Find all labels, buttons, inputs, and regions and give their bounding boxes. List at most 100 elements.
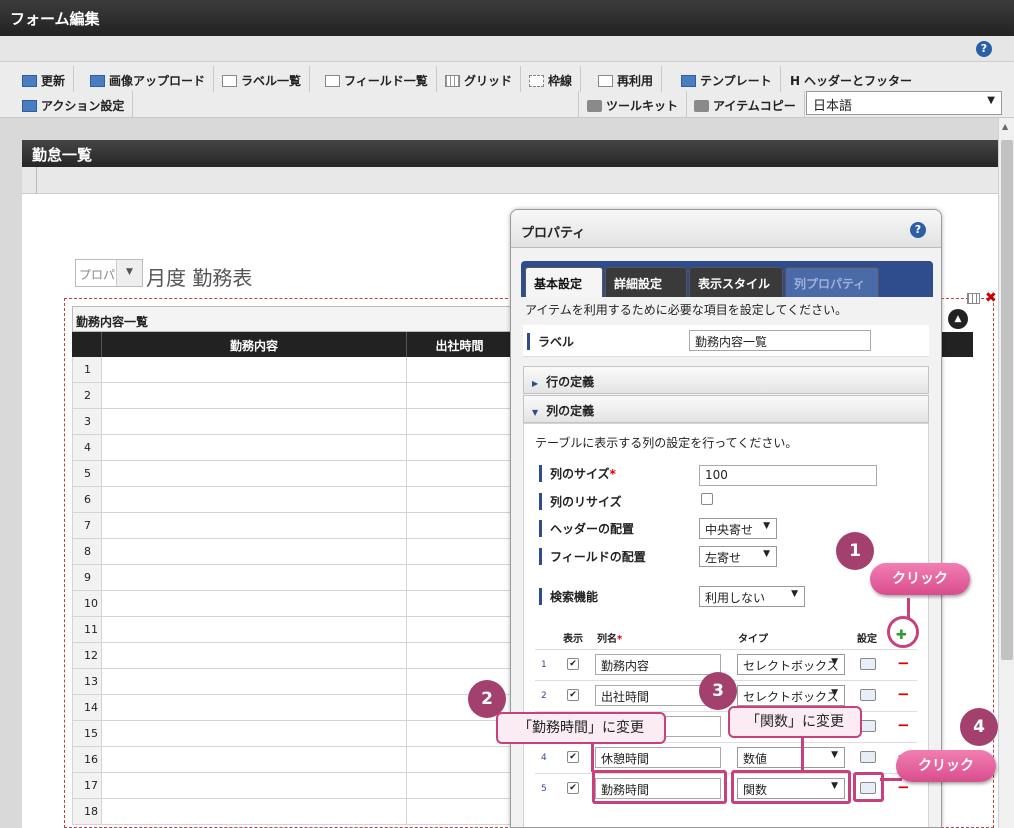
table-row[interactable]: 14 [72, 695, 512, 721]
table-cell[interactable] [102, 487, 407, 512]
table-cell[interactable] [102, 643, 407, 668]
table-row[interactable]: 12 [72, 643, 512, 669]
table-row[interactable]: 13 [72, 669, 512, 695]
vertical-scrollbar[interactable]: ▲ [998, 118, 1014, 828]
table-row[interactable]: 17 [72, 773, 512, 799]
table-cell[interactable] [407, 617, 512, 642]
column-name-input[interactable]: 勤務内容 [595, 654, 721, 675]
table-cell[interactable] [407, 591, 512, 616]
table-cell[interactable] [102, 565, 407, 590]
table-row[interactable]: 7 [72, 513, 512, 539]
column-definition-section[interactable]: ▼ 列の定義 [523, 395, 929, 423]
scroll-up-icon[interactable]: ▲ [1002, 122, 1008, 131]
table-cell[interactable] [407, 565, 512, 590]
table-cell[interactable] [407, 487, 512, 512]
table-row[interactable]: 9 [72, 565, 512, 591]
table-cell[interactable] [102, 747, 407, 772]
remove-column-icon[interactable]: − [897, 716, 910, 734]
table-cell[interactable] [407, 409, 512, 434]
table-cell[interactable] [102, 669, 407, 694]
table-cell[interactable] [407, 435, 512, 460]
row-definition-section[interactable]: ▶ 行の定義 [523, 366, 929, 394]
table-cell[interactable] [102, 435, 407, 460]
remove-column-icon[interactable]: − [897, 685, 910, 703]
table-cell[interactable] [407, 461, 512, 486]
field-align-select[interactable]: 左寄せ ▼ [699, 546, 777, 567]
table-row[interactable]: 2 [72, 383, 512, 409]
column-type-select[interactable]: セレクトボックス ▼ [737, 654, 845, 675]
help-icon[interactable]: ? [910, 222, 926, 238]
month-select[interactable]: プロパ ▼ [75, 259, 143, 287]
table-row[interactable]: 18 [72, 799, 512, 825]
table-cell[interactable] [407, 357, 512, 382]
header-footer-button[interactable]: H ヘッダーとフッター [782, 66, 920, 92]
table-row[interactable]: 4 [72, 435, 512, 461]
col-resize-checkbox[interactable] [701, 493, 713, 505]
search-select[interactable]: 利用しない ▼ [699, 586, 805, 607]
col-size-input[interactable]: 100 [699, 465, 877, 486]
table-cell[interactable] [102, 773, 407, 798]
table-row[interactable]: 5 [72, 461, 512, 487]
toolkit-button[interactable]: ツールキット [578, 91, 688, 117]
template-button[interactable]: テンプレート [673, 66, 781, 92]
column-settings-icon[interactable] [860, 751, 876, 763]
table-cell[interactable] [407, 513, 512, 538]
help-icon[interactable]: ? [976, 41, 992, 57]
table-cell[interactable] [102, 617, 407, 642]
reuse-button[interactable]: 再利用 [590, 66, 663, 92]
column-settings-icon[interactable] [860, 689, 876, 701]
column-type-select[interactable]: 数値 ▼ [737, 747, 845, 768]
table-row[interactable]: 3 [72, 409, 512, 435]
table-row[interactable]: 6 [72, 487, 512, 513]
tab-detail[interactable]: 詳細設定 [605, 267, 687, 297]
table-cell[interactable] [102, 357, 407, 382]
item-copy-button[interactable]: アイテムコピー [686, 91, 805, 117]
remove-column-icon[interactable]: − [897, 654, 910, 672]
table-cell[interactable] [407, 747, 512, 772]
column-visible-checkbox[interactable]: ✔ [567, 689, 579, 701]
collapse-up-icon[interactable]: ▲ [948, 309, 968, 329]
image-upload-button[interactable]: 画像アップロード [82, 66, 215, 92]
label-list-button[interactable]: ラベル一覧 [214, 66, 311, 92]
scroll-thumb[interactable] [1001, 140, 1013, 660]
update-button[interactable]: 更新 [14, 66, 75, 92]
column-type-select[interactable]: セレクトボックス ▼ [737, 685, 845, 706]
table-cell[interactable] [102, 799, 407, 824]
language-select[interactable]: 日本語 ▼ [806, 91, 1002, 115]
table-cell[interactable] [102, 539, 407, 564]
table-cell[interactable] [102, 695, 407, 720]
column-name-input[interactable]: 休憩時間 [595, 747, 721, 768]
table-row[interactable]: 11 [72, 617, 512, 643]
tab-basic[interactable]: 基本設定 [525, 267, 603, 297]
table-row[interactable]: 10 [72, 591, 512, 617]
table-cell[interactable] [102, 461, 407, 486]
table-cell[interactable] [102, 409, 407, 434]
table-cell[interactable] [407, 799, 512, 824]
header-align-select[interactable]: 中央寄せ ▼ [699, 518, 777, 539]
table-cell[interactable] [407, 383, 512, 408]
table-cell[interactable] [102, 721, 407, 746]
table-cell[interactable] [407, 539, 512, 564]
table-row[interactable]: 1 [72, 357, 512, 383]
border-button[interactable]: 枠線 [521, 66, 582, 92]
table-row[interactable]: 15 [72, 721, 512, 747]
column-settings-icon[interactable] [860, 658, 876, 670]
close-icon[interactable]: ✖ [985, 290, 997, 306]
column-visible-checkbox[interactable]: ✔ [567, 751, 579, 763]
work-table[interactable]: 勤務内容一覧 勤務内容 出社時間 1 2 3 4 5 6 7 8 9 10 11 12 13 14 15 16… [72, 306, 512, 828]
grid-button[interactable]: グリッド [437, 66, 522, 92]
label-input[interactable]: 勤務内容一覧 [689, 330, 871, 351]
column-settings-icon[interactable] [860, 720, 876, 732]
table-row[interactable]: 16 [72, 747, 512, 773]
table-row[interactable]: 8 [72, 539, 512, 565]
table-cell[interactable] [102, 383, 407, 408]
field-list-button[interactable]: フィールド一覧 [317, 66, 437, 92]
table-cell[interactable] [102, 513, 407, 538]
action-settings-button[interactable]: アクション設定 [14, 91, 134, 117]
table-cell[interactable] [407, 773, 512, 798]
column-visible-checkbox[interactable]: ✔ [567, 658, 579, 670]
tab-column-properties[interactable]: 列プロパティ [785, 267, 879, 297]
table-cell[interactable] [407, 643, 512, 668]
tab-display-style[interactable]: 表示スタイル [689, 267, 783, 297]
table-cell[interactable] [102, 591, 407, 616]
